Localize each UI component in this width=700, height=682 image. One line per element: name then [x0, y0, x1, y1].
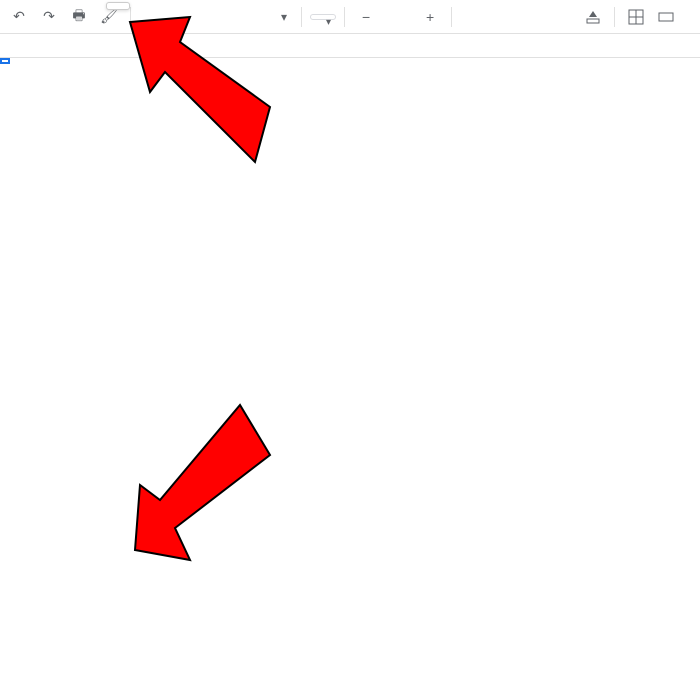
increase-font-button[interactable]: + [417, 4, 443, 30]
separator [451, 7, 452, 27]
undo-button[interactable]: ↶ [6, 4, 32, 30]
separator [301, 7, 302, 27]
merge-cells-button[interactable] [653, 4, 679, 30]
annotation-arrow-2 [120, 370, 280, 570]
redo-button[interactable]: ↷ [36, 4, 62, 30]
text-color-button[interactable] [550, 4, 576, 30]
separator [344, 7, 345, 27]
percent-format-button[interactable] [227, 4, 239, 30]
decrease-decimal-button[interactable] [243, 4, 255, 30]
active-cell-editor[interactable] [0, 58, 10, 64]
cell-tooltip [106, 2, 130, 10]
merge-icon [658, 9, 674, 25]
print-button[interactable]: 🖶 [66, 4, 92, 30]
fill-color-button[interactable] [580, 4, 606, 30]
increase-decimal-button[interactable] [259, 4, 271, 30]
fill-icon [585, 9, 601, 25]
font-family-select[interactable] [310, 14, 336, 20]
toolbar: ↶ ↷ 🖶 🖌 ▾ − + [0, 0, 700, 34]
italic-button[interactable] [490, 4, 516, 30]
bold-button[interactable] [460, 4, 486, 30]
formula-bar[interactable] [0, 34, 700, 58]
font-size-input[interactable] [383, 16, 413, 18]
strike-button[interactable] [520, 4, 546, 30]
separator [614, 7, 615, 27]
separator [130, 7, 131, 27]
borders-icon [628, 9, 644, 25]
more-formats-button[interactable]: ▾ [275, 4, 293, 30]
borders-button[interactable] [623, 4, 649, 30]
decrease-font-button[interactable]: − [353, 4, 379, 30]
